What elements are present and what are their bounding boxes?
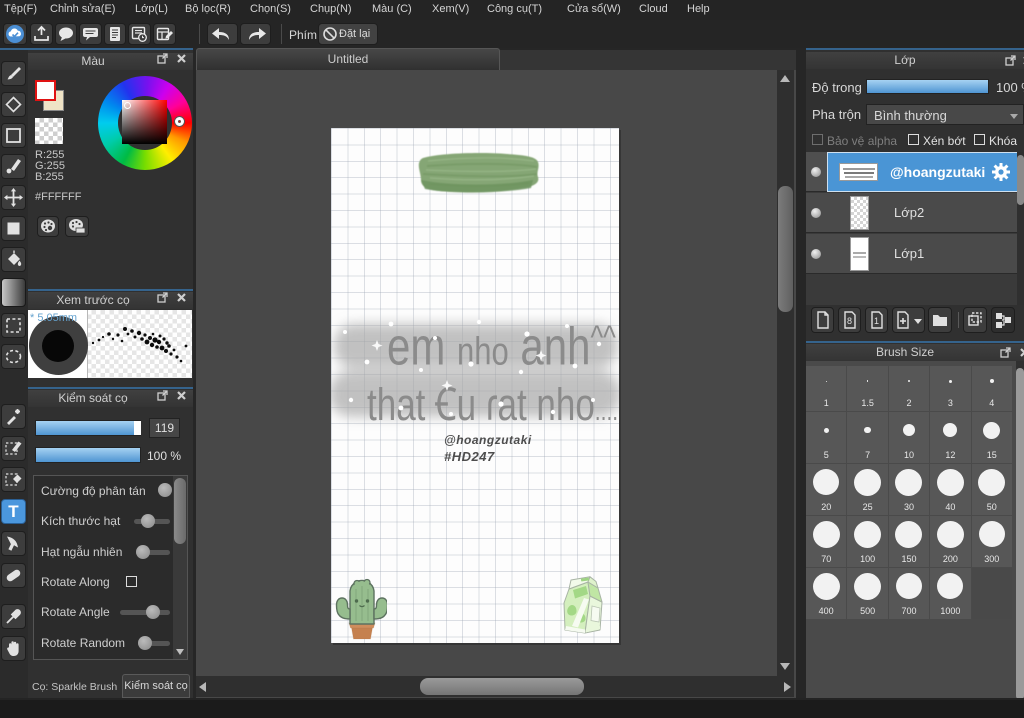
svg-text:1: 1	[874, 316, 879, 326]
svg-text:8: 8	[847, 316, 852, 326]
